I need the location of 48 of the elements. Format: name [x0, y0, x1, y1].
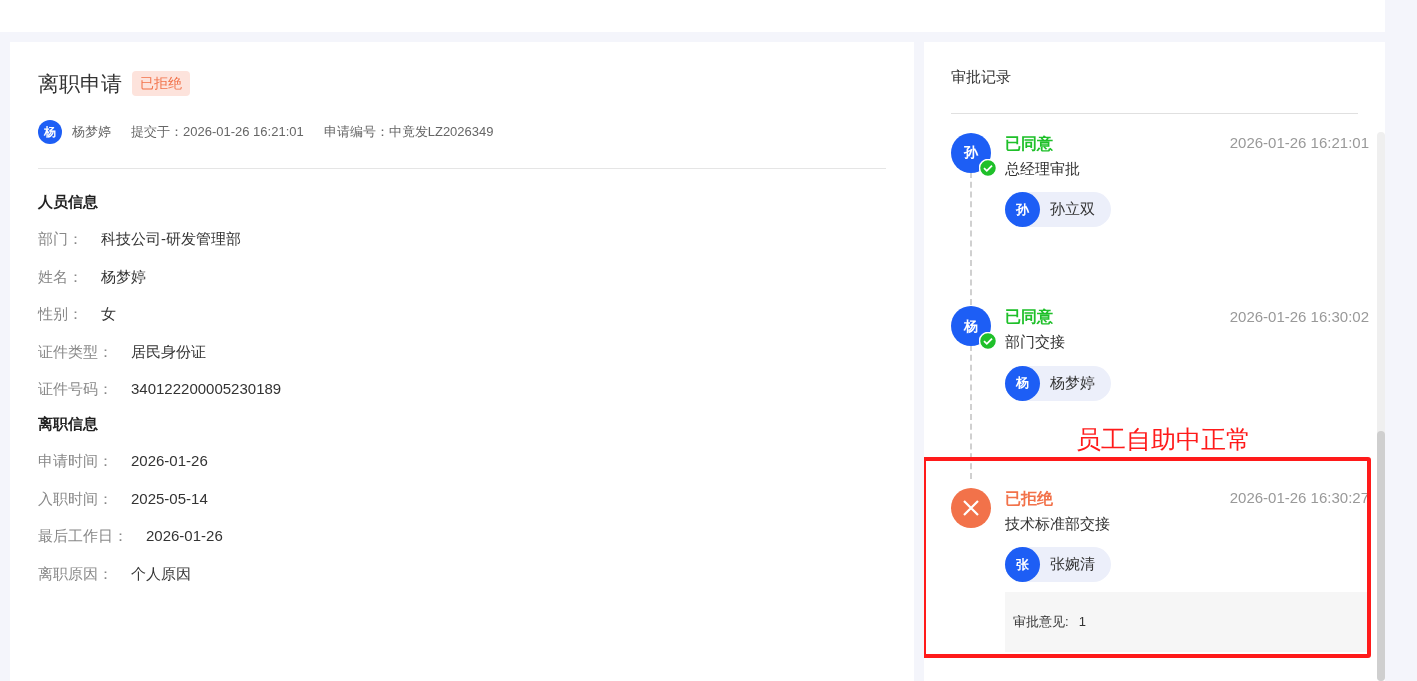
- annotation-text: 员工自助中正常: [1075, 426, 1252, 452]
- record-status: 已同意: [1005, 133, 1053, 154]
- check-badge-icon: [979, 332, 997, 350]
- field-label: 证件类型：: [38, 341, 113, 362]
- field-label: 证件号码：: [38, 379, 113, 399]
- field-label: 申请时间：: [38, 451, 113, 471]
- record-step: 总经理审批: [1005, 157, 1369, 180]
- approver-avatar: 张: [1005, 547, 1040, 582]
- field-label: 部门：: [38, 229, 83, 249]
- close-icon: [962, 498, 980, 517]
- field-value: 2025-05-14: [131, 488, 208, 509]
- comment-label: 审批意见:: [1013, 613, 1069, 632]
- approver-name: 杨梦婷: [1050, 372, 1095, 393]
- record-step: 部门交接: [1005, 331, 1369, 354]
- field-value: 女: [101, 304, 116, 324]
- comment-value: 1: [1078, 613, 1086, 632]
- check-badge-icon: [979, 158, 997, 177]
- section-title: 人员信息: [38, 191, 99, 212]
- status-tag: 已拒绝: [132, 71, 190, 97]
- field-value: 杨梦婷: [101, 266, 146, 287]
- field-value: 2026-01-26: [131, 451, 208, 471]
- field-label: 最后工作日：: [38, 526, 128, 546]
- approver-name: 孙立双: [1050, 199, 1095, 220]
- approver-avatar: 杨: [1005, 365, 1040, 401]
- applicant-name: 杨梦婷: [72, 122, 111, 141]
- field-label: 姓名：: [38, 266, 83, 287]
- record-time: 2026-01-26 16:30:27: [1229, 488, 1369, 509]
- submit-time: 提交于：2026-01-26 16:21:01: [131, 122, 304, 141]
- field-value: 居民身份证: [131, 341, 206, 362]
- field-value: 2026-01-26: [146, 526, 223, 546]
- record-status: 已同意: [1005, 307, 1053, 327]
- approval-title: 审批记录: [951, 42, 1358, 114]
- approver-avatar: 孙: [1005, 192, 1040, 227]
- approver-name: 张婉清: [1050, 554, 1095, 575]
- field-value: 科技公司-研发管理部: [101, 229, 241, 249]
- record-status: 已拒绝: [1005, 488, 1053, 509]
- record-time: 2026-01-26 16:30:02: [1229, 306, 1369, 327]
- field-label: 入职时间：: [38, 488, 113, 509]
- record-time: 2026-01-26 16:21:01: [1229, 133, 1369, 154]
- page-title: 离职申请: [38, 71, 122, 97]
- field-label: 性别：: [38, 304, 83, 324]
- applicant-avatar: 杨: [38, 119, 62, 144]
- record-step: 技术标准部交接: [1005, 512, 1369, 535]
- section-title: 离职信息: [38, 413, 99, 434]
- application-number: 申请编号：中竟发LZ2026349: [323, 122, 494, 141]
- field-value: 340122200005230189: [131, 379, 282, 399]
- field-label: 离职原因：: [38, 563, 113, 584]
- field-value: 个人原因: [131, 563, 191, 584]
